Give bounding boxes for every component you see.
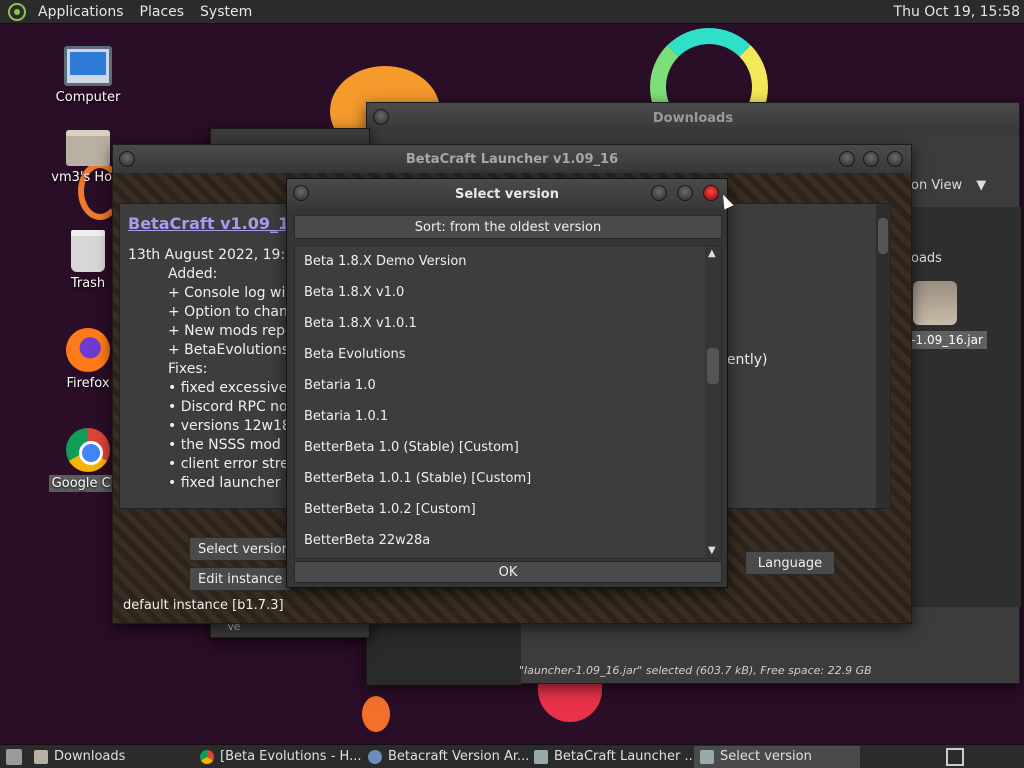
close-icon[interactable]: [887, 151, 903, 167]
task-launcher[interactable]: BetaCraft Launcher ...: [528, 746, 694, 768]
window-menu-icon[interactable]: [293, 185, 309, 201]
select-version-button[interactable]: Select version: [189, 537, 299, 561]
scrollbar-thumb[interactable]: [707, 348, 719, 384]
desktop-icon-label: Firefox: [66, 376, 110, 391]
desktop-icon-label: Computer: [55, 90, 121, 105]
changelog-line: + Option to change: [168, 304, 306, 320]
scroll-up-icon[interactable]: ▲: [708, 248, 716, 259]
dialog-titlebar[interactable]: Select version: [287, 179, 727, 209]
close-icon[interactable]: [703, 185, 719, 201]
task-chrome[interactable]: [Beta Evolutions - H...: [194, 746, 362, 768]
downloads-file-pane[interactable]: oads r-1.09_16.jar: [903, 207, 1021, 607]
edit-instance-button[interactable]: Edit instance: [189, 567, 292, 591]
window-title: BetaCraft Launcher v1.09_16: [405, 151, 619, 167]
changelog-line: + BetaEvolutions s: [168, 342, 301, 358]
list-item[interactable]: Beta Evolutions: [295, 339, 721, 370]
changelog-line: 13th August 2022, 19:00: [128, 247, 303, 263]
task-label: [Beta Evolutions - H...: [220, 749, 362, 764]
ok-button[interactable]: OK: [294, 561, 722, 583]
java-icon: [534, 749, 548, 764]
task-label: Betacraft Version Ar...: [388, 749, 528, 764]
launcher-titlebar[interactable]: BetaCraft Launcher v1.09_16: [113, 145, 911, 173]
task-archive[interactable]: Betacraft Version Ar...: [362, 746, 528, 768]
task-downloads[interactable]: Downloads: [28, 746, 194, 768]
downloads-view-selector[interactable]: on View ▼: [911, 173, 1021, 197]
status-bar: "launcher-1.09_16.jar" selected (603.7 k…: [519, 664, 872, 677]
list-item[interactable]: Beta 1.8.X v1.0: [295, 277, 721, 308]
changelog-line: • fixed launcher no: [168, 475, 303, 491]
chrome-icon: [66, 428, 110, 472]
list-item[interactable]: BetterBeta 1.0.1 (Stable) [Custom]: [295, 463, 721, 494]
minimize-icon[interactable]: [651, 185, 667, 201]
version-list-scrollbar[interactable]: ▲ ▼: [705, 246, 721, 558]
jar-file-icon[interactable]: [913, 281, 957, 325]
instance-label: default instance [b1.7.3]: [123, 598, 284, 613]
distro-logo-icon[interactable]: [8, 2, 26, 21]
task-select-version[interactable]: Select version: [694, 745, 860, 768]
taskbar: Downloads [Beta Evolutions - H... Betacr…: [0, 744, 1024, 768]
show-desktop-icon[interactable]: [6, 748, 22, 765]
menu-places[interactable]: Places: [132, 4, 193, 20]
changelog-line: • fixed excessive a: [168, 380, 301, 396]
computer-icon: [64, 46, 112, 86]
task-label: Downloads: [54, 749, 126, 764]
home-folder-icon: [66, 130, 110, 166]
sort-button[interactable]: Sort: from the oldest version: [294, 215, 722, 239]
changelog-lines: 13th August 2022, 19:00 Added: + Console…: [128, 246, 306, 493]
changelog-line: Added:: [168, 266, 218, 282]
trash-icon: [71, 230, 105, 272]
menu-system[interactable]: System: [192, 4, 260, 20]
changelog-line: • client error strean: [168, 456, 307, 472]
wallpaper-drop: [362, 696, 390, 732]
window-menu-icon[interactable]: [119, 151, 135, 167]
top-panel: Applications Places System Thu Oct 19, 1…: [0, 0, 1024, 24]
minimize-icon[interactable]: [839, 151, 855, 167]
scrollbar-thumb[interactable]: [878, 218, 888, 254]
task-label: BetaCraft Launcher ...: [554, 749, 694, 764]
desktop-icon-label: Trash: [70, 276, 106, 291]
chevron-down-icon: ▼: [976, 177, 987, 193]
desktop-icon-computer[interactable]: Computer: [38, 46, 138, 105]
dialog-title: Select version: [455, 186, 559, 202]
clock[interactable]: Thu Oct 19, 15:58: [894, 4, 1024, 20]
task-label: Select version: [720, 749, 812, 764]
list-item[interactable]: Betaria 1.0.1: [295, 401, 721, 432]
changelog-scrollbar[interactable]: [876, 204, 890, 508]
menu-applications[interactable]: Applications: [30, 4, 132, 20]
sidebar-label: oads: [911, 251, 942, 266]
maximize-icon[interactable]: [863, 151, 879, 167]
downloads-side-area: [367, 623, 521, 685]
select-version-dialog[interactable]: Select version Sort: from the oldest ver…: [286, 178, 728, 588]
window-menu-icon[interactable]: [373, 109, 389, 125]
version-list[interactable]: Beta 1.8.X Demo Version Beta 1.8.X v1.0 …: [294, 245, 722, 559]
view-mode-label: on View: [911, 177, 963, 193]
folder-icon: [34, 749, 48, 764]
window-title: Downloads: [652, 110, 734, 126]
maximize-icon[interactable]: [677, 185, 693, 201]
archive-icon: [368, 749, 382, 764]
list-item[interactable]: BetterBeta 22w28a: [295, 525, 721, 556]
changelog-line: • Discord RPC not: [168, 399, 294, 415]
scroll-down-icon[interactable]: ▼: [708, 545, 716, 556]
file-name[interactable]: r-1.09_16.jar: [903, 331, 987, 349]
language-button[interactable]: Language: [745, 551, 835, 575]
list-item[interactable]: Beta 1.8.X Demo Version: [295, 246, 721, 277]
changelog-line: Fixes:: [168, 361, 208, 377]
java-icon: [700, 749, 714, 764]
list-item[interactable]: BetterBeta 1.0 (Stable) [Custom]: [295, 432, 721, 463]
list-item[interactable]: Betaria 1.0: [295, 370, 721, 401]
downloads-titlebar[interactable]: Downloads: [367, 103, 1019, 133]
changelog-line: + Console log wind: [168, 285, 304, 301]
changelog-line: + New mods repos: [168, 323, 301, 339]
firefox-icon: [66, 328, 110, 372]
list-item[interactable]: Beta 1.8.X v1.0.1: [295, 308, 721, 339]
workspace-switcher-icon[interactable]: [946, 747, 964, 766]
list-item[interactable]: BetterBeta 1.0.2 [Custom]: [295, 494, 721, 525]
changelog-line: • versions 12w18a: [168, 418, 300, 434]
changelog-line: • the NSSS mod s: [168, 437, 293, 453]
chrome-icon: [200, 749, 214, 764]
